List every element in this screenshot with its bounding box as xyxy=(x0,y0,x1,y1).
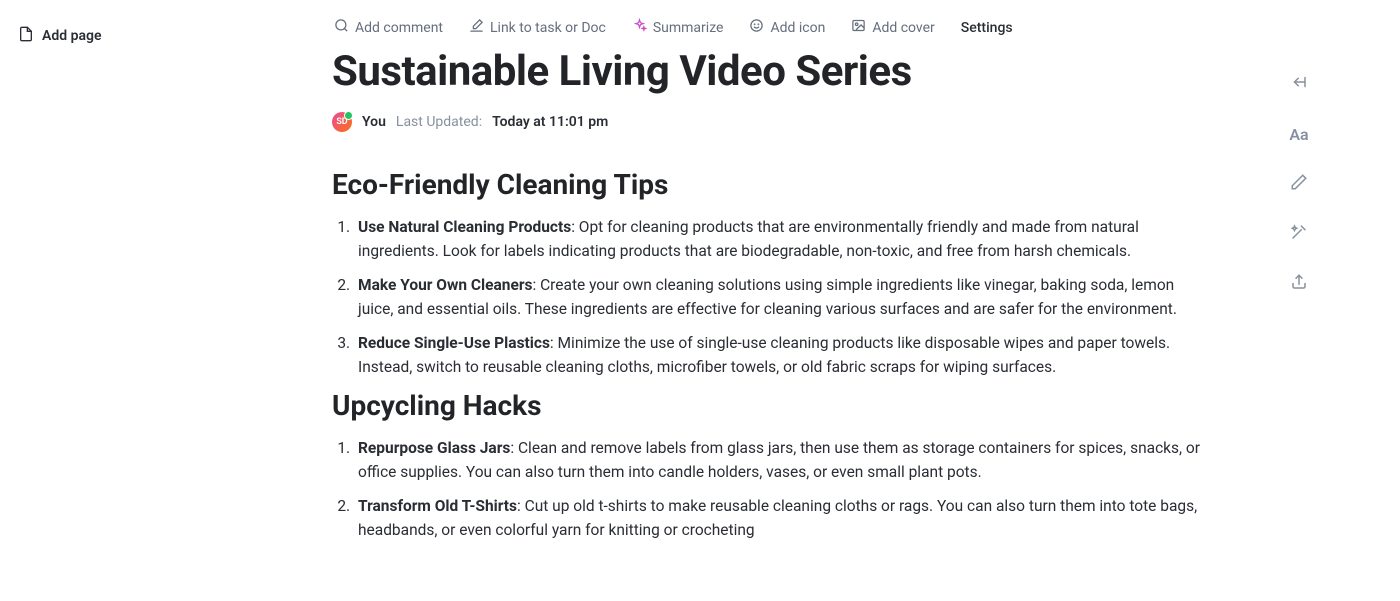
add-icon-label: Add icon xyxy=(770,20,825,36)
main-content: Add comment Link to task or Doc xyxy=(180,0,1270,601)
page-title[interactable]: Sustainable Living Video Series xyxy=(332,47,1210,96)
list-item[interactable]: Make Your Own Cleaners: Create your own … xyxy=(354,273,1210,321)
section-list: Use Natural Cleaning Products: Opt for c… xyxy=(332,215,1210,379)
list-item[interactable]: Transform Old T-Shirts: Cut up old t-shi… xyxy=(354,494,1210,542)
avatar[interactable]: SD xyxy=(332,112,352,132)
list-item-title: Repurpose Glass Jars xyxy=(358,439,510,457)
link-doc-button[interactable]: Link to task or Doc xyxy=(467,14,608,41)
add-page-icon xyxy=(18,26,34,46)
section-list: Repurpose Glass Jars: Clean and remove l… xyxy=(332,436,1210,542)
typography-icon: Aa xyxy=(1289,125,1308,144)
add-comment-label: Add comment xyxy=(355,20,443,36)
summarize-label: Summarize xyxy=(653,20,724,36)
right-rail: Aa xyxy=(1270,0,1328,601)
meta-row: SD You Last Updated: Today at 11:01 pm xyxy=(332,112,1210,132)
section-heading[interactable]: Upcycling Hacks xyxy=(332,389,1210,422)
summarize-button[interactable]: Summarize xyxy=(630,14,726,41)
list-item-title: Transform Old T-Shirts xyxy=(358,497,517,515)
link-doc-label: Link to task or Doc xyxy=(490,20,606,36)
sparkle-icon xyxy=(632,18,647,37)
author-label: You xyxy=(362,114,386,130)
typography-button[interactable]: Aa xyxy=(1287,122,1311,146)
link-icon xyxy=(469,18,484,37)
emoji-icon xyxy=(749,18,764,37)
collapse-button[interactable] xyxy=(1287,72,1311,96)
pencil-icon xyxy=(1290,173,1308,195)
comment-icon xyxy=(334,18,349,37)
add-comment-button[interactable]: Add comment xyxy=(332,14,445,41)
magic-button[interactable] xyxy=(1287,222,1311,246)
list-item-title: Make Your Own Cleaners xyxy=(358,276,533,294)
add-cover-button[interactable]: Add cover xyxy=(849,14,936,41)
list-item[interactable]: Reduce Single-Use Plastics: Minimize the… xyxy=(354,331,1210,379)
add-cover-label: Add cover xyxy=(872,20,934,36)
add-page-label: Add page xyxy=(42,28,101,44)
settings-button[interactable]: Settings xyxy=(959,16,1015,40)
section-eco-tips: Eco-Friendly Cleaning Tips Use Natural C… xyxy=(332,168,1210,379)
page-toolbar: Add comment Link to task or Doc xyxy=(332,14,1210,41)
arrow-left-icon xyxy=(1290,73,1308,95)
share-icon xyxy=(1290,273,1308,295)
last-updated-value: Today at 11:01 pm xyxy=(492,114,608,130)
list-item-title: Reduce Single-Use Plastics xyxy=(358,334,550,352)
add-page-button[interactable]: Add page xyxy=(12,18,168,54)
last-updated-label: Last Updated: xyxy=(396,114,482,130)
list-item[interactable]: Repurpose Glass Jars: Clean and remove l… xyxy=(354,436,1210,484)
settings-label: Settings xyxy=(961,20,1013,36)
edit-button[interactable] xyxy=(1287,172,1311,196)
list-item[interactable]: Use Natural Cleaning Products: Opt for c… xyxy=(354,215,1210,263)
section-heading[interactable]: Eco-Friendly Cleaning Tips xyxy=(332,168,1210,201)
list-item-title: Use Natural Cleaning Products xyxy=(358,218,571,236)
add-icon-button[interactable]: Add icon xyxy=(747,14,827,41)
share-button[interactable] xyxy=(1287,272,1311,296)
wand-icon xyxy=(1290,223,1308,245)
sidebar: Add page xyxy=(0,0,180,601)
section-upcycling: Upcycling Hacks Repurpose Glass Jars: Cl… xyxy=(332,389,1210,542)
image-icon xyxy=(851,18,866,37)
